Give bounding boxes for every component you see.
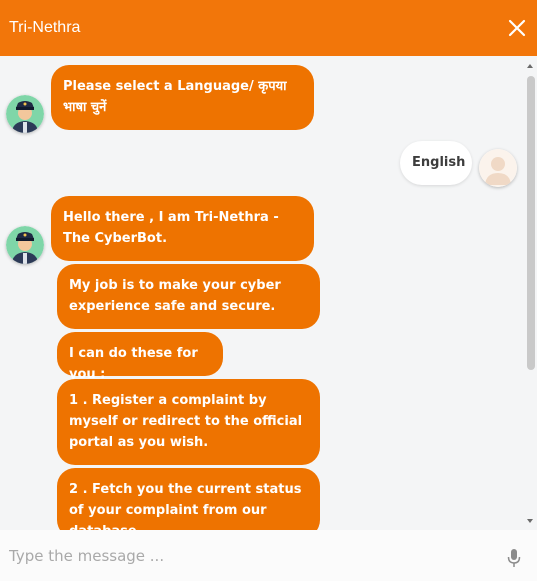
close-icon[interactable] bbox=[505, 16, 529, 40]
bot-message: 2 . Fetch you the current status of your… bbox=[57, 468, 320, 530]
bot-avatar bbox=[6, 95, 44, 133]
chat-scrollbar[interactable] bbox=[524, 60, 537, 530]
chat-title: Tri-Nethra bbox=[9, 19, 81, 36]
bot-message: My job is to make your cyber experience … bbox=[57, 264, 320, 329]
scrollbar-thumb[interactable] bbox=[527, 76, 535, 370]
chat-area[interactable]: Please select a Language/ कृपया भाषा चुन… bbox=[0, 56, 537, 530]
message-composer bbox=[0, 530, 537, 581]
scroll-down-arrow-icon[interactable] bbox=[527, 519, 533, 523]
user-avatar bbox=[479, 149, 517, 187]
bot-message: I can do these for you : bbox=[57, 332, 223, 382]
bot-message: Hello there , I am Tri-Nethra - The Cybe… bbox=[51, 196, 314, 261]
microphone-icon[interactable] bbox=[507, 548, 521, 568]
bot-message: 1 . Register a complaint by myself or re… bbox=[57, 379, 320, 465]
chat-header: Tri-Nethra bbox=[0, 0, 537, 56]
message-input[interactable] bbox=[0, 530, 490, 581]
user-message: English bbox=[400, 141, 472, 185]
bot-message: Please select a Language/ कृपया भाषा चुन… bbox=[51, 65, 314, 130]
bot-avatar bbox=[6, 226, 44, 264]
scroll-up-arrow-icon[interactable] bbox=[527, 64, 533, 68]
